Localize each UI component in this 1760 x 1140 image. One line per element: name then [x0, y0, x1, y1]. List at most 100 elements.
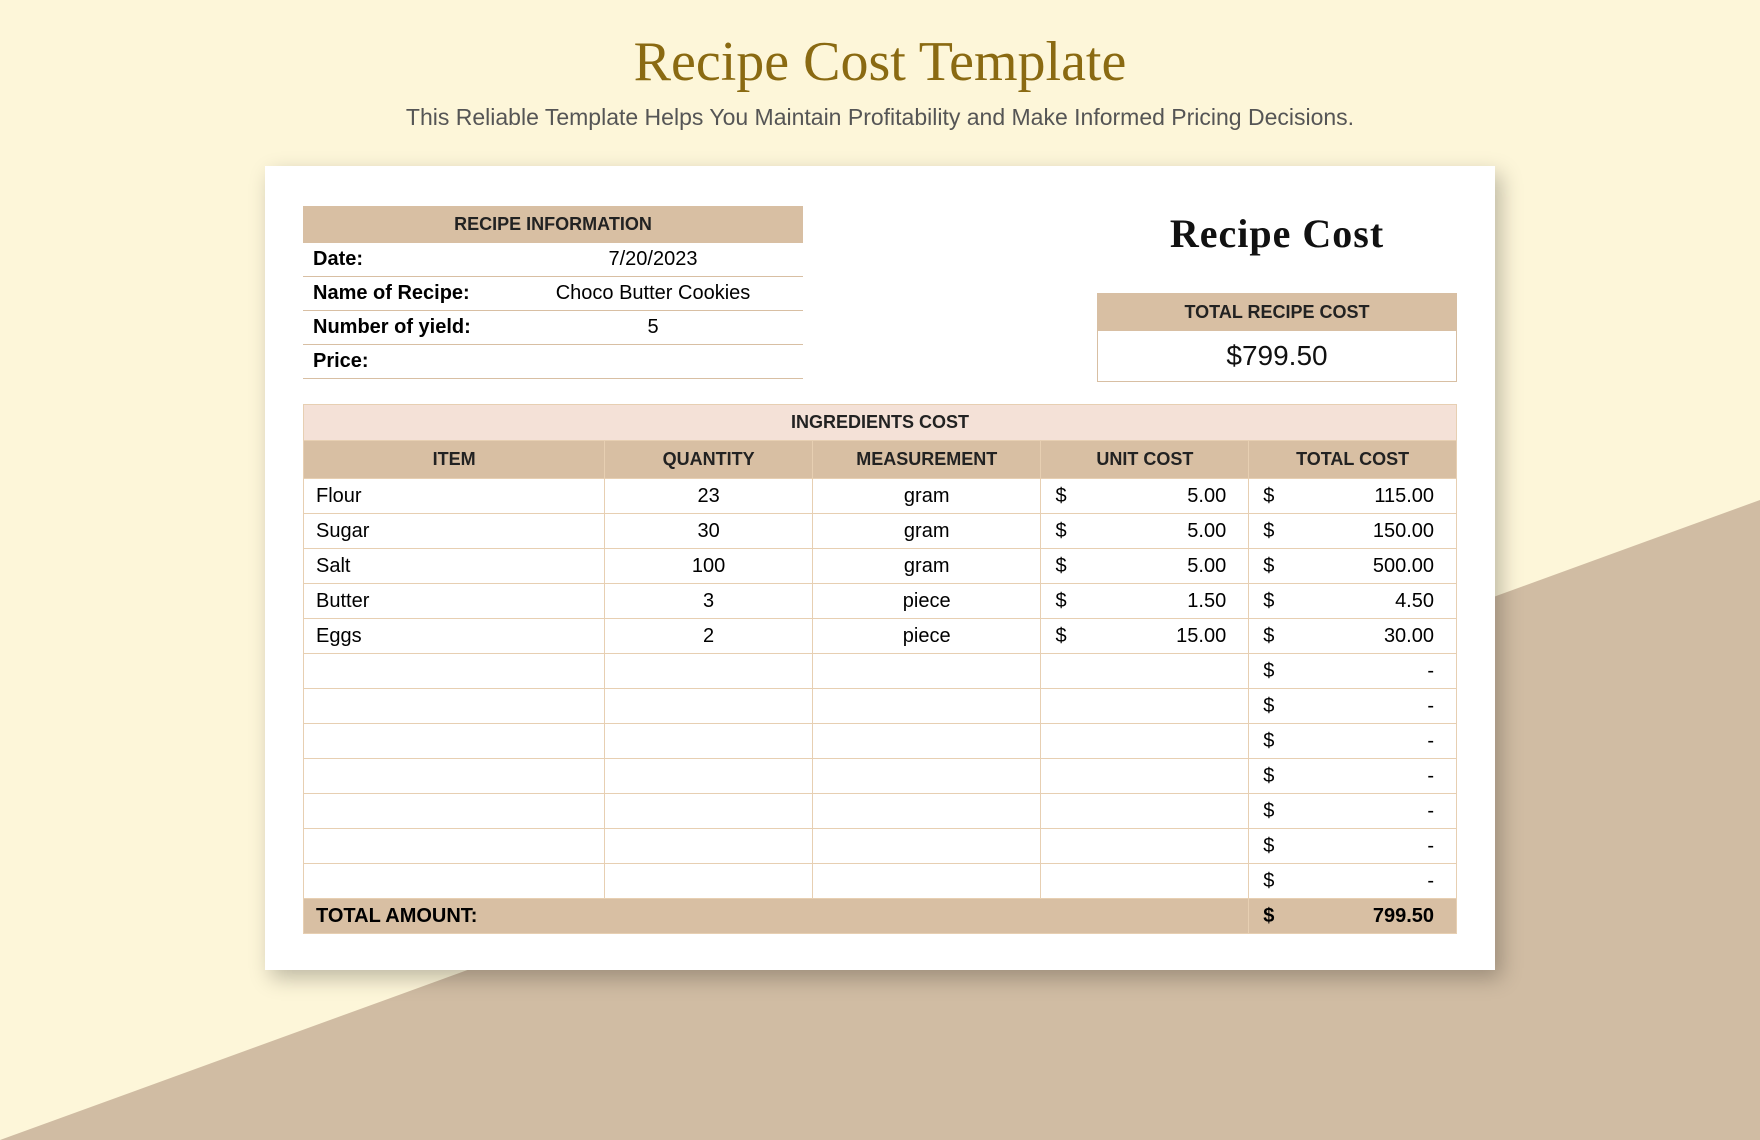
cell-quantity — [605, 829, 813, 864]
currency-symbol: $ — [1263, 555, 1274, 578]
info-row: Price: — [303, 345, 803, 379]
cost-summary-block: Recipe Cost TOTAL RECIPE COST $799.50 — [1097, 206, 1457, 382]
col-quantity: QUANTITY — [605, 441, 813, 479]
cell-unit-cost: $5.00 — [1041, 479, 1249, 514]
currency-symbol: $ — [1263, 695, 1274, 718]
unit-cost-number: 1.50 — [1187, 590, 1226, 613]
cell-unit-cost — [1041, 829, 1249, 864]
cell-quantity — [605, 794, 813, 829]
recipe-cost-title: Recipe Cost — [1097, 210, 1457, 257]
cell-item — [304, 689, 605, 724]
cell-unit-cost — [1041, 689, 1249, 724]
unit-cost-number: 5.00 — [1187, 555, 1226, 578]
total-cost-number: 115.00 — [1374, 485, 1434, 508]
cell-measurement: piece — [812, 584, 1041, 619]
cell-item: Eggs — [304, 619, 605, 654]
cell-item — [304, 864, 605, 899]
cell-total-cost: $- — [1249, 654, 1457, 689]
cell-total-cost: $30.00 — [1249, 619, 1457, 654]
info-label: Number of yield: — [313, 316, 513, 339]
cell-total-cost: $- — [1249, 689, 1457, 724]
col-total-cost: TOTAL COST — [1249, 441, 1457, 479]
info-label: Price: — [313, 350, 513, 373]
info-label: Date: — [313, 248, 513, 271]
table-row: Salt100gram$5.00$500.00 — [304, 549, 1457, 584]
cell-quantity — [605, 864, 813, 899]
currency-symbol: $ — [1055, 520, 1066, 543]
info-row: Name of Recipe:Choco Butter Cookies — [303, 277, 803, 311]
cell-total-cost: $115.00 — [1249, 479, 1457, 514]
total-recipe-cost-value: $799.50 — [1098, 331, 1456, 381]
cell-unit-cost: $15.00 — [1041, 619, 1249, 654]
cell-measurement: gram — [812, 549, 1041, 584]
table-row: $- — [304, 829, 1457, 864]
cell-item — [304, 794, 605, 829]
table-row: Eggs2piece$15.00$30.00 — [304, 619, 1457, 654]
table-row: $- — [304, 794, 1457, 829]
info-label: Name of Recipe: — [313, 282, 513, 305]
cell-measurement: gram — [812, 514, 1041, 549]
cell-total-cost: $4.50 — [1249, 584, 1457, 619]
col-measurement: MEASUREMENT — [812, 441, 1041, 479]
cell-unit-cost — [1041, 759, 1249, 794]
currency-symbol: $ — [1055, 590, 1066, 613]
currency-symbol: $ — [1263, 625, 1274, 648]
cell-quantity — [605, 759, 813, 794]
total-cost-number: - — [1427, 695, 1434, 718]
cell-unit-cost — [1041, 654, 1249, 689]
info-value: 7/20/2023 — [513, 248, 793, 271]
table-row: $- — [304, 759, 1457, 794]
ingredients-table: ITEM QUANTITY MEASUREMENT UNIT COST TOTA… — [303, 440, 1457, 934]
cell-unit-cost: $5.00 — [1041, 549, 1249, 584]
currency-symbol: $ — [1263, 870, 1274, 893]
total-cost-number: - — [1427, 800, 1434, 823]
unit-cost-number: 5.00 — [1187, 485, 1226, 508]
info-row: Number of yield:5 — [303, 311, 803, 345]
cell-item — [304, 724, 605, 759]
total-amount-number: 799.50 — [1373, 905, 1434, 928]
total-cost-number: 4.50 — [1395, 590, 1434, 613]
table-row: Sugar30gram$5.00$150.00 — [304, 514, 1457, 549]
cell-item — [304, 829, 605, 864]
currency-symbol: $ — [1263, 835, 1274, 858]
table-row: $- — [304, 724, 1457, 759]
cell-total-cost: $500.00 — [1249, 549, 1457, 584]
cell-unit-cost: $5.00 — [1041, 514, 1249, 549]
cell-quantity — [605, 654, 813, 689]
cell-item — [304, 759, 605, 794]
currency-symbol: $ — [1263, 765, 1274, 788]
cell-measurement — [812, 829, 1041, 864]
cell-item: Salt — [304, 549, 605, 584]
total-amount-label: TOTAL AMOUNT: — [304, 899, 1249, 934]
cell-item — [304, 654, 605, 689]
table-row: $- — [304, 689, 1457, 724]
page-title: Recipe Cost Template — [0, 30, 1760, 94]
total-cost-number: - — [1427, 660, 1434, 683]
cell-total-cost: $- — [1249, 829, 1457, 864]
currency-symbol: $ — [1263, 800, 1274, 823]
cell-total-cost: $- — [1249, 759, 1457, 794]
currency-symbol: $ — [1263, 485, 1274, 508]
cell-total-cost: $150.00 — [1249, 514, 1457, 549]
template-card: RECIPE INFORMATION Date:7/20/2023Name of… — [265, 166, 1495, 970]
info-value: Choco Butter Cookies — [513, 282, 793, 305]
total-cost-number: - — [1427, 765, 1434, 788]
table-header-row: ITEM QUANTITY MEASUREMENT UNIT COST TOTA… — [304, 441, 1457, 479]
total-amount-row: TOTAL AMOUNT: $ 799.50 — [304, 899, 1457, 934]
col-unit-cost: UNIT COST — [1041, 441, 1249, 479]
cell-measurement — [812, 759, 1041, 794]
table-row: $- — [304, 654, 1457, 689]
cell-quantity: 23 — [605, 479, 813, 514]
cell-item: Butter — [304, 584, 605, 619]
cell-measurement — [812, 654, 1041, 689]
cell-total-cost: $- — [1249, 724, 1457, 759]
currency-symbol: $ — [1055, 485, 1066, 508]
recipe-information-box: RECIPE INFORMATION Date:7/20/2023Name of… — [303, 206, 803, 379]
cell-quantity: 2 — [605, 619, 813, 654]
ingredients-cost-header: INGREDIENTS COST — [303, 404, 1457, 440]
table-row: $- — [304, 864, 1457, 899]
cell-quantity: 3 — [605, 584, 813, 619]
cell-quantity: 30 — [605, 514, 813, 549]
cell-measurement: gram — [812, 479, 1041, 514]
recipe-information-header: RECIPE INFORMATION — [303, 206, 803, 243]
